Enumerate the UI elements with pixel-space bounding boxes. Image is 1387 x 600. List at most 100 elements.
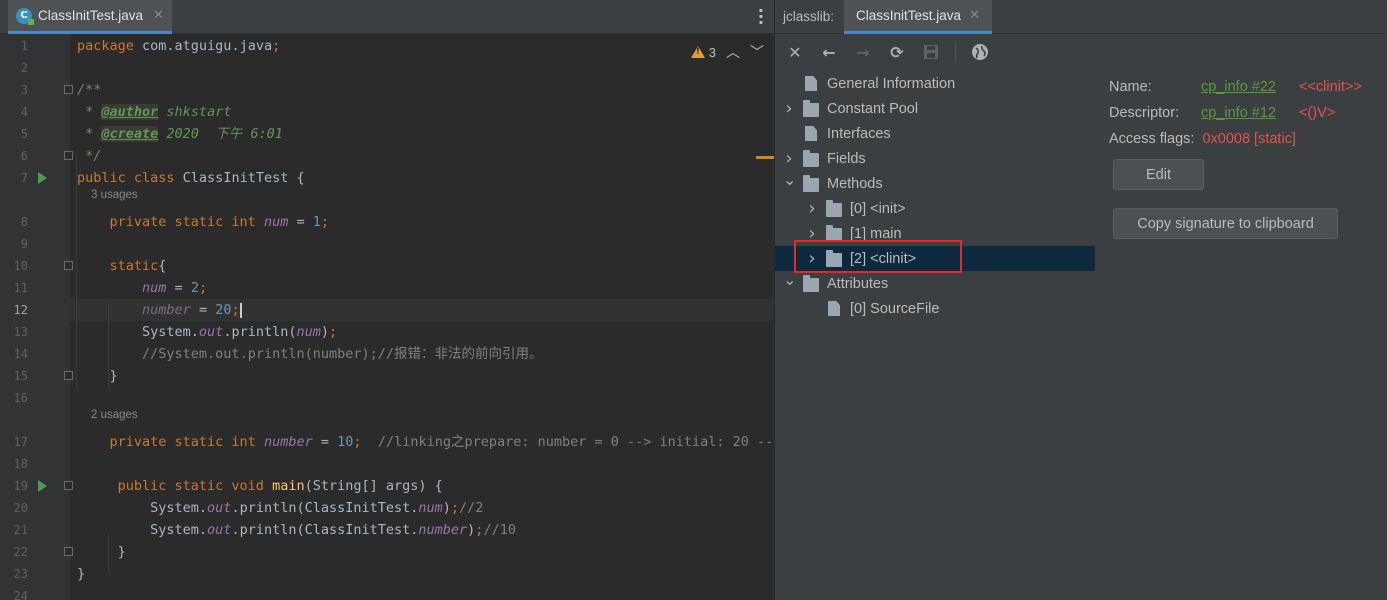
folder-icon [803, 150, 819, 167]
line-number: 4 [20, 105, 28, 119]
inspection-widget[interactable]: 3 ︿ ﹀ [690, 42, 774, 62]
code-line: System.out.println(ClassInitTest.num);//… [77, 500, 484, 516]
code-line: /** [77, 82, 102, 98]
copy-signature-button[interactable]: Copy signature to clipboard [1113, 208, 1338, 239]
code-editor[interactable]: C ClassInitTest.java ✕ · · · 1 2 3 4 5 6 7 8 9 10 11… [0, 0, 774, 600]
line-number: 6 [20, 149, 28, 163]
tree-node[interactable]: [0] SourceFile [775, 296, 1095, 321]
class-structure-tree[interactable]: General Information › Constant Pool Interfa… [775, 70, 1095, 600]
code-line: public class ClassInitTest { [77, 170, 305, 186]
code-line: System.out.println(ClassInitTest.number)… [77, 522, 516, 538]
editor-tab-bar: C ClassInitTest.java ✕ · · · [0, 0, 774, 34]
line-number: 10 [13, 259, 28, 273]
more-options-icon[interactable]: · · · [758, 3, 764, 31]
chevron-right-icon[interactable]: › [806, 198, 818, 219]
indent-guide [76, 154, 77, 390]
tree-node[interactable]: Interfaces [775, 121, 1095, 146]
tree-node[interactable]: › [0] <init> [775, 196, 1095, 221]
line-number: 13 [13, 325, 28, 339]
line-number: 17 [13, 435, 28, 449]
edit-button[interactable]: Edit [1113, 159, 1204, 190]
line-number: 24 [13, 589, 28, 600]
chevron-right-icon[interactable]: › [783, 148, 795, 169]
code-line: } [77, 544, 126, 560]
run-gutter-icon[interactable] [38, 480, 47, 492]
tree-node[interactable]: General Information [775, 71, 1095, 96]
save-icon[interactable] [921, 42, 941, 62]
previous-highlight-icon[interactable]: ︿ [726, 42, 740, 62]
access-flags-row: Access flags: 0x0008 [static] [1109, 131, 1296, 147]
folder-icon [826, 200, 842, 217]
tree-node-label: Attributes [827, 275, 889, 292]
warning-count: 3 [708, 44, 716, 60]
tree-node[interactable]: › Constant Pool [775, 96, 1095, 121]
code-line: } [77, 566, 86, 582]
close-icon[interactable]: ✕ [969, 8, 980, 23]
line-number: 5 [20, 127, 28, 141]
line-number: 2 [20, 61, 28, 75]
code-line: * @author shkstart [77, 104, 232, 120]
code-line: */ [77, 148, 102, 164]
code-area[interactable]: package com.atguigu.java; /** * @author s… [70, 34, 774, 600]
usages-hint[interactable]: 2 usages [77, 409, 138, 431]
highlight-annotation-box [794, 240, 962, 273]
tree-node-label: [0] <init> [850, 200, 906, 217]
line-number: 20 [13, 501, 28, 515]
name-row: Name: cp_info #22 <<clinit>> [1109, 79, 1362, 95]
tree-node-label: Constant Pool [827, 100, 919, 117]
line-number-gutter: 1 2 3 4 5 6 7 8 9 10 11 12 13 14 15 16 17 18 19 20 21 22 23 24 [0, 34, 73, 600]
line-number: 15 [13, 369, 28, 383]
code-line: public static void main(String[] args) { [117, 478, 443, 494]
tree-node[interactable]: ⌄ Attributes [775, 270, 1095, 296]
tree-node[interactable]: ⌄ Methods [775, 170, 1095, 196]
file-icon [828, 301, 840, 316]
line-number: 11 [13, 281, 28, 295]
editor-tab-label: ClassInitTest.java [38, 8, 144, 23]
toolbar-divider [955, 42, 956, 62]
jclasslib-tab-classinittest[interactable]: ClassInitTest.java ✕ [844, 0, 992, 34]
name-value: <<clinit>> [1299, 79, 1362, 95]
next-highlight-icon[interactable]: ﹀ [750, 42, 764, 62]
line-number: 14 [13, 347, 28, 361]
back-arrow-icon[interactable]: ← [819, 42, 839, 62]
line-number: 23 [13, 567, 28, 581]
code-line: } [77, 368, 118, 384]
descriptor-cp-link[interactable]: cp_info #12 [1201, 105, 1276, 121]
descriptor-row: Descriptor: cp_info #12 <()V> [1109, 105, 1335, 121]
name-label: Name: [1109, 79, 1152, 95]
line-number: 1 [20, 39, 28, 53]
descriptor-label: Descriptor: [1109, 105, 1180, 121]
tree-node-label: General Information [827, 75, 956, 92]
indent-guide [108, 300, 109, 390]
name-cp-link[interactable]: cp_info #22 [1201, 79, 1276, 95]
jclasslib-toolbar: ✕ ← → ⟳ [775, 34, 1387, 70]
line-number: 8 [20, 215, 28, 229]
close-icon[interactable]: ✕ [785, 42, 805, 62]
forward-arrow-icon[interactable]: → [853, 42, 873, 62]
code-line: private static int num = 1; [109, 214, 330, 230]
refresh-icon[interactable]: ⟳ [887, 42, 907, 62]
chevron-down-icon[interactable]: ⌄ [783, 170, 796, 189]
run-gutter-icon[interactable] [38, 172, 47, 184]
tree-node[interactable]: › Fields [775, 146, 1095, 171]
descriptor-value: <()V> [1299, 105, 1336, 121]
close-icon[interactable]: ✕ [153, 8, 164, 23]
usages-hint[interactable]: 3 usages [77, 189, 138, 211]
code-line: static{ [109, 258, 167, 274]
jclasslib-panel: jclasslib: ClassInitTest.java ✕ ✕ ← → ⟳ … [774, 0, 1387, 600]
line-number: 12 [13, 303, 28, 317]
jclasslib-tab-bar: jclasslib: ClassInitTest.java ✕ [775, 0, 1387, 34]
code-line: number = 20; [142, 302, 242, 318]
line-number: 7 [20, 171, 28, 185]
code-line: * @create 2020 下午 6:01 [77, 126, 283, 142]
warning-stripe-marker[interactable] [756, 156, 774, 159]
line-number: 22 [13, 545, 28, 559]
chevron-right-icon[interactable]: › [783, 98, 795, 119]
file-icon [805, 126, 817, 141]
line-number: 16 [13, 391, 28, 405]
editor-tab-classinittest[interactable]: C ClassInitTest.java ✕ [8, 0, 172, 34]
code-line: num = 2; [142, 280, 208, 296]
globe-icon[interactable] [970, 42, 990, 62]
folder-icon [803, 275, 819, 292]
line-number: 18 [13, 457, 28, 471]
